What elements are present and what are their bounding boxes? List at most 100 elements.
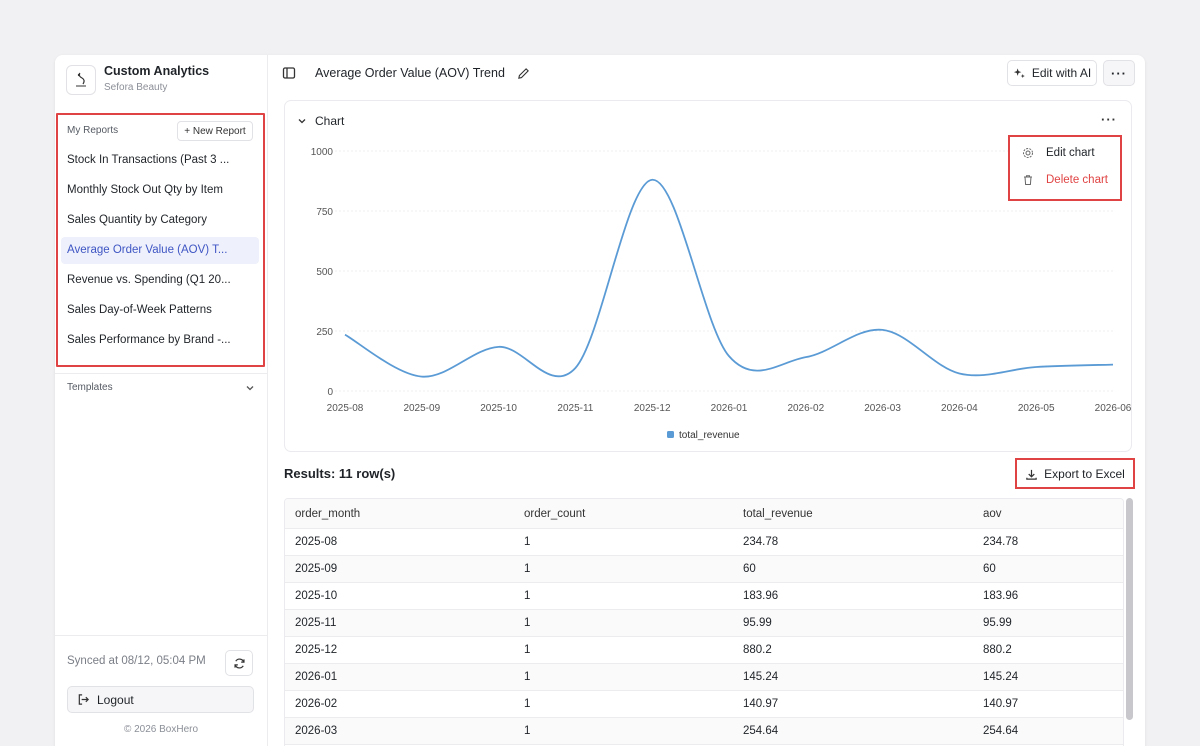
x-tick-label: 2025-10 xyxy=(480,403,517,414)
table-cell: 140.97 xyxy=(743,698,779,710)
x-tick-label: 2026-05 xyxy=(1018,403,1055,414)
new-report-button[interactable]: + New Report xyxy=(177,121,253,141)
y-tick-label: 500 xyxy=(316,267,333,278)
table-cell: 183.96 xyxy=(983,590,1019,602)
table-cell: 234.78 xyxy=(983,536,1019,548)
table-cell: 234.78 xyxy=(743,536,779,548)
table-cell: 2026-02 xyxy=(295,698,338,710)
edit-with-ai-button[interactable]: Edit with AI xyxy=(1007,60,1097,86)
chevron-down-icon xyxy=(298,119,306,124)
edit-with-ai-label: Edit with AI xyxy=(1031,66,1092,80)
y-tick-label: 750 xyxy=(316,207,333,218)
sparkle-icon xyxy=(1013,67,1025,78)
table-cell: 1 xyxy=(524,617,531,629)
table-cell: 1 xyxy=(524,536,531,548)
export-label: Export to Excel xyxy=(1044,467,1125,481)
series-line xyxy=(344,178,1114,378)
table-cell: 254.64 xyxy=(983,725,1019,737)
chart-menu: Edit chart Delete chart xyxy=(1008,135,1122,201)
x-tick-label: 2026-06 xyxy=(1095,403,1132,414)
table-cell: 2025-10 xyxy=(295,590,338,602)
templates-toggle[interactable]: Templates xyxy=(67,382,255,393)
table-cell: 95.99 xyxy=(983,617,1012,629)
sync-button[interactable] xyxy=(225,650,253,676)
table-row: 2026-01 1 145.24 145.24 xyxy=(285,664,1123,691)
results-table: order_month order_count total_revenue ao… xyxy=(284,498,1124,746)
chart-collapse-toggle[interactable]: Chart xyxy=(297,114,344,128)
column-header[interactable]: total_revenue xyxy=(743,499,813,529)
sidebar-item-report[interactable]: Sales Quantity by Category xyxy=(61,207,259,234)
table-cell: 2025-08 xyxy=(295,536,338,548)
my-reports-heading: My Reports xyxy=(67,125,119,136)
x-tick-label: 2026-03 xyxy=(864,403,901,414)
table-cell: 95.99 xyxy=(743,617,772,629)
report-list: Stock In Transactions (Past 3 ... Monthl… xyxy=(61,147,259,357)
divider xyxy=(55,373,267,374)
table-row: 2025-10 1 183.96 183.96 xyxy=(285,583,1123,610)
brand: Custom Analytics Sefora Beauty xyxy=(66,64,209,95)
column-header[interactable]: order_count xyxy=(524,499,585,529)
table-cell: 145.24 xyxy=(983,671,1019,683)
line-chart: 0 250 500 750 1000 2025-08 2025-09 2025-10 2025-… xyxy=(311,147,1132,441)
app-window: Custom Analytics Sefora Beauty My Report… xyxy=(55,55,1145,746)
x-tick-label: 2026-04 xyxy=(941,403,978,414)
delete-chart-menu-item[interactable]: Delete chart xyxy=(1022,174,1108,186)
x-tick-label: 2025-11 xyxy=(557,403,593,414)
sidebar-toggle-icon[interactable] xyxy=(282,66,296,85)
sidebar-item-report[interactable]: Revenue vs. Spending (Q1 20... xyxy=(61,267,259,294)
table-row: 2025-08 1 234.78 234.78 xyxy=(285,529,1123,556)
chart-label: Chart xyxy=(315,114,345,128)
logout-label: Logout xyxy=(97,692,134,707)
chart-card: 0 250 500 750 1000 2025-08 2025-09 2025-10 2025-… xyxy=(284,100,1132,452)
sidebar-item-report[interactable]: Monthly Stock Out Qty by Item xyxy=(61,177,259,204)
results-count: Results: 11 row(s) xyxy=(284,466,396,481)
column-header[interactable]: order_month xyxy=(295,499,360,529)
sync-status: Synced at 08/12, 05:04 PM xyxy=(67,655,206,667)
legend-label: total_revenue xyxy=(679,430,740,441)
more-options-button[interactable]: ··· xyxy=(1103,60,1135,86)
sidebar-item-report-active[interactable]: Average Order Value (AOV) T... xyxy=(61,237,259,264)
x-tick-label: 2026-01 xyxy=(711,403,748,414)
chart-more-button[interactable]: ··· xyxy=(1101,112,1117,127)
table-cell: 60 xyxy=(983,563,996,575)
y-tick-label: 0 xyxy=(327,387,333,398)
sidebar-item-report[interactable]: Sales Day-of-Week Patterns xyxy=(61,297,259,324)
x-tick-label: 2025-09 xyxy=(403,403,440,414)
sidebar-item-report[interactable]: Sales Performance by Brand -... xyxy=(61,327,259,354)
table-cell: 183.96 xyxy=(743,590,779,602)
sefora-logo-icon xyxy=(66,64,96,95)
table-scrollbar[interactable] xyxy=(1126,498,1133,720)
sidebar-item-report[interactable]: Stock In Transactions (Past 3 ... xyxy=(61,147,259,174)
edit-chart-menu-item[interactable]: Edit chart xyxy=(1022,147,1095,159)
download-icon xyxy=(1026,469,1037,480)
y-tick-label: 1000 xyxy=(311,147,334,158)
x-tick-label: 2025-08 xyxy=(327,403,364,414)
table-row: 2026-03 1 254.64 254.64 xyxy=(285,718,1123,745)
gear-icon xyxy=(1023,148,1033,158)
brand-title: Custom Analytics xyxy=(104,64,210,78)
table-cell: 2025-11 xyxy=(295,617,337,629)
table-cell: 145.24 xyxy=(743,671,779,683)
export-to-excel-button[interactable]: Export to Excel xyxy=(1022,462,1128,486)
logout-button[interactable]: Logout xyxy=(67,686,254,713)
table-header-row: order_month order_count total_revenue ao… xyxy=(285,499,1123,529)
divider xyxy=(55,635,267,636)
table-cell: 1 xyxy=(524,644,531,656)
table-row: 2026-02 1 140.97 140.97 xyxy=(285,691,1123,718)
x-tick-label: 2025-12 xyxy=(634,403,671,414)
column-header[interactable]: aov xyxy=(983,499,1002,529)
table-body: 2025-08 1 234.78 234.78 2025-09 1 60 60 2025-10 1… xyxy=(285,529,1123,745)
y-tick-label: 250 xyxy=(316,327,333,338)
pencil-icon[interactable] xyxy=(517,67,530,80)
edit-chart-label: Edit chart xyxy=(1046,147,1095,159)
table-cell: 1 xyxy=(524,563,531,575)
table-cell: 1 xyxy=(524,671,531,683)
table-cell: 140.97 xyxy=(983,698,1019,710)
main-content: Average Order Value (AOV) Trend Edit wit… xyxy=(268,55,1145,746)
table-cell: 2026-03 xyxy=(295,725,338,737)
templates-label: Templates xyxy=(67,382,113,393)
x-tick-label: 2026-02 xyxy=(787,403,824,414)
chevron-down-icon xyxy=(246,385,254,390)
table-cell: 880.2 xyxy=(743,644,772,656)
table-cell: 880.2 xyxy=(983,644,1012,656)
